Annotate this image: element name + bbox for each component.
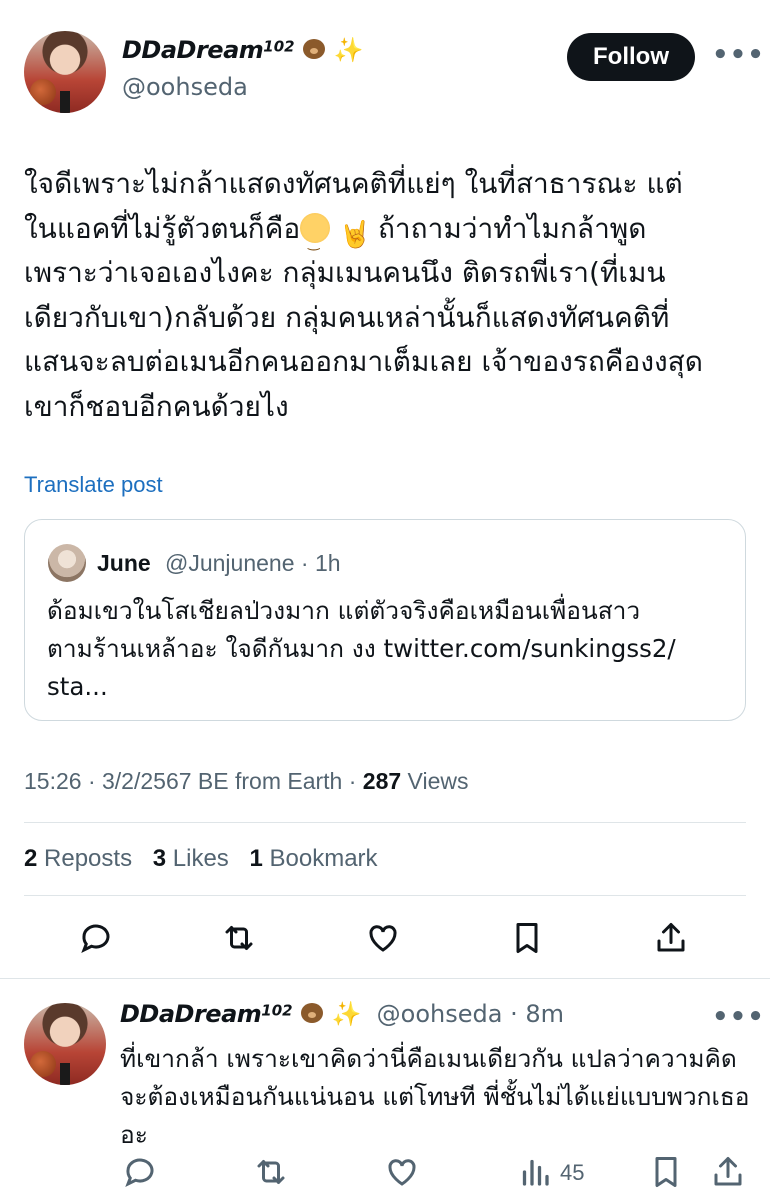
reply-share-button[interactable] bbox=[708, 1152, 748, 1192]
post-timestamp[interactable]: 15:26 · 3/2/2567 BE from Earth · bbox=[24, 768, 363, 794]
reply-author-name: DDaDream bbox=[120, 1000, 262, 1028]
sign-of-horns-emoji-icon: 🤘 bbox=[339, 219, 372, 250]
reply-handle-time: @oohseda · 8m bbox=[376, 1000, 564, 1028]
quote-text-line: ตามร้านเหล้าอะ ใจดีกันมาก งง twitter.com… bbox=[47, 634, 676, 663]
divider bbox=[24, 895, 746, 896]
divider bbox=[0, 978, 770, 979]
sparkles-emoji-icon: ✨ bbox=[331, 1000, 362, 1028]
share-icon bbox=[714, 1157, 742, 1186]
reply-more-options-icon[interactable]: ••• bbox=[712, 1002, 765, 1032]
author-name: DDaDream bbox=[122, 36, 264, 64]
reply-author-name-sup: 102 bbox=[261, 1001, 293, 1020]
more-options-icon[interactable]: ••• bbox=[712, 40, 765, 70]
post-text-line: ถ้าถามว่าทำไมกล้าพูด bbox=[369, 211, 647, 245]
reply-author-avatar[interactable] bbox=[24, 1003, 106, 1085]
post-text-line: เพราะว่าเจอเองไงคะ กลุ่มเมนคนนึง ติดรถพี… bbox=[24, 256, 666, 289]
bookmark-button[interactable] bbox=[507, 918, 547, 958]
reply-bookmark-button[interactable] bbox=[646, 1152, 686, 1192]
author-avatar[interactable] bbox=[24, 31, 106, 113]
post-text-line: ใจดีเพราะไม่กล้าแสดงทัศนคติที่แย่ๆ ในที่… bbox=[24, 167, 683, 200]
quoted-post-card[interactable]: June @Junjunene · 1h ด้อมเขวในโสเชียลป่ว… bbox=[24, 519, 746, 721]
reply-author-name-line[interactable]: DDaDream102 ✨ @oohseda · 8m bbox=[120, 1000, 564, 1028]
post-text-line: ในแอคที่ไม่รู้ตัวตนก็คือ bbox=[24, 211, 301, 245]
quote-author-handle-time: @Junjunene · 1h bbox=[165, 550, 341, 576]
likes-label: Likes bbox=[166, 845, 229, 872]
reply-reply-button[interactable] bbox=[120, 1152, 160, 1192]
quote-text: ด้อมเขวในโสเชียลป่วงมาก แต่ตัวจริงคือเหม… bbox=[47, 592, 737, 706]
likes-count: 3 bbox=[152, 845, 167, 872]
views-icon bbox=[522, 1159, 549, 1186]
sparkles-emoji-icon: ✨ bbox=[333, 36, 364, 64]
post-text-line: เขาก็ชอบอีกคนด้วยไง bbox=[24, 389, 289, 423]
bookmark-icon bbox=[516, 923, 538, 953]
repost-button[interactable] bbox=[219, 918, 259, 958]
bookmarks-stat[interactable]: 1 Bookmark bbox=[249, 845, 377, 872]
post-timestamp-views: 15:26 · 3/2/2567 BE from Earth · 287 Vie… bbox=[24, 768, 469, 795]
repost-icon bbox=[225, 926, 253, 950]
share-button[interactable] bbox=[651, 918, 691, 958]
quote-text-line: ด้อมเขวในโสเชียลป่วงมาก แต่ตัวจริงคือเหม… bbox=[47, 596, 641, 625]
views-label: Views bbox=[401, 768, 469, 794]
likes-stat[interactable]: 3 Likes bbox=[153, 845, 229, 872]
engagement-stats: 2 Reposts 3 Likes 1 Bookmark bbox=[24, 845, 392, 873]
reply-text: ที่เขากล้า เพราะเขาคิดว่านี่คือเมนเดียวก… bbox=[120, 1044, 750, 1149]
follow-button[interactable]: Follow bbox=[567, 33, 695, 81]
reposts-count: 2 bbox=[24, 845, 38, 872]
reply-views-button[interactable] bbox=[515, 1152, 555, 1192]
translate-post-link[interactable]: Translate post bbox=[24, 472, 163, 498]
share-icon bbox=[657, 923, 685, 952]
reply-icon bbox=[81, 924, 110, 954]
heart-icon bbox=[369, 925, 397, 952]
bookmark-icon bbox=[655, 1157, 677, 1187]
quote-author-name: June bbox=[97, 550, 151, 576]
author-name-line[interactable]: DDaDream102 ✨ bbox=[122, 36, 364, 64]
views-count: 287 bbox=[362, 768, 402, 794]
quote-author-avatar bbox=[48, 544, 86, 582]
reply-like-button[interactable] bbox=[382, 1152, 422, 1192]
reply-views-count: 45 bbox=[560, 1160, 585, 1185]
reply-icon bbox=[125, 1158, 154, 1188]
author-handle[interactable]: @oohseda bbox=[122, 73, 248, 101]
bear-emoji-icon bbox=[298, 1000, 326, 1026]
post-text-line: แสนจะลบต่อเมนอีกคนออกมาเต็มเลย เจ้าของรถ… bbox=[24, 345, 703, 378]
bear-emoji-icon bbox=[300, 36, 328, 62]
author-name-sup: 102 bbox=[263, 37, 295, 56]
like-button[interactable] bbox=[363, 918, 403, 958]
reposts-label: Reposts bbox=[37, 845, 133, 872]
reposts-stat[interactable]: 2 Reposts bbox=[24, 845, 132, 872]
repost-icon bbox=[257, 1160, 285, 1184]
quote-text-line: sta... bbox=[47, 672, 108, 701]
divider bbox=[24, 822, 746, 823]
heart-icon bbox=[388, 1159, 416, 1186]
post-text-line: เดียวกับเขา)กลับด้วย กลุ่มคนเหล่านั้นก็แ… bbox=[24, 300, 670, 334]
bookmarks-count: 1 bbox=[249, 845, 263, 872]
reply-button[interactable] bbox=[76, 918, 116, 958]
post-text: ใจดีเพราะไม่กล้าแสดงทัศนคติที่แย่ๆ ในที่… bbox=[24, 162, 754, 429]
bookmarks-label: Bookmark bbox=[262, 845, 378, 872]
reply-repost-button[interactable] bbox=[251, 1152, 291, 1192]
pensive-face-emoji-icon bbox=[300, 212, 331, 265]
